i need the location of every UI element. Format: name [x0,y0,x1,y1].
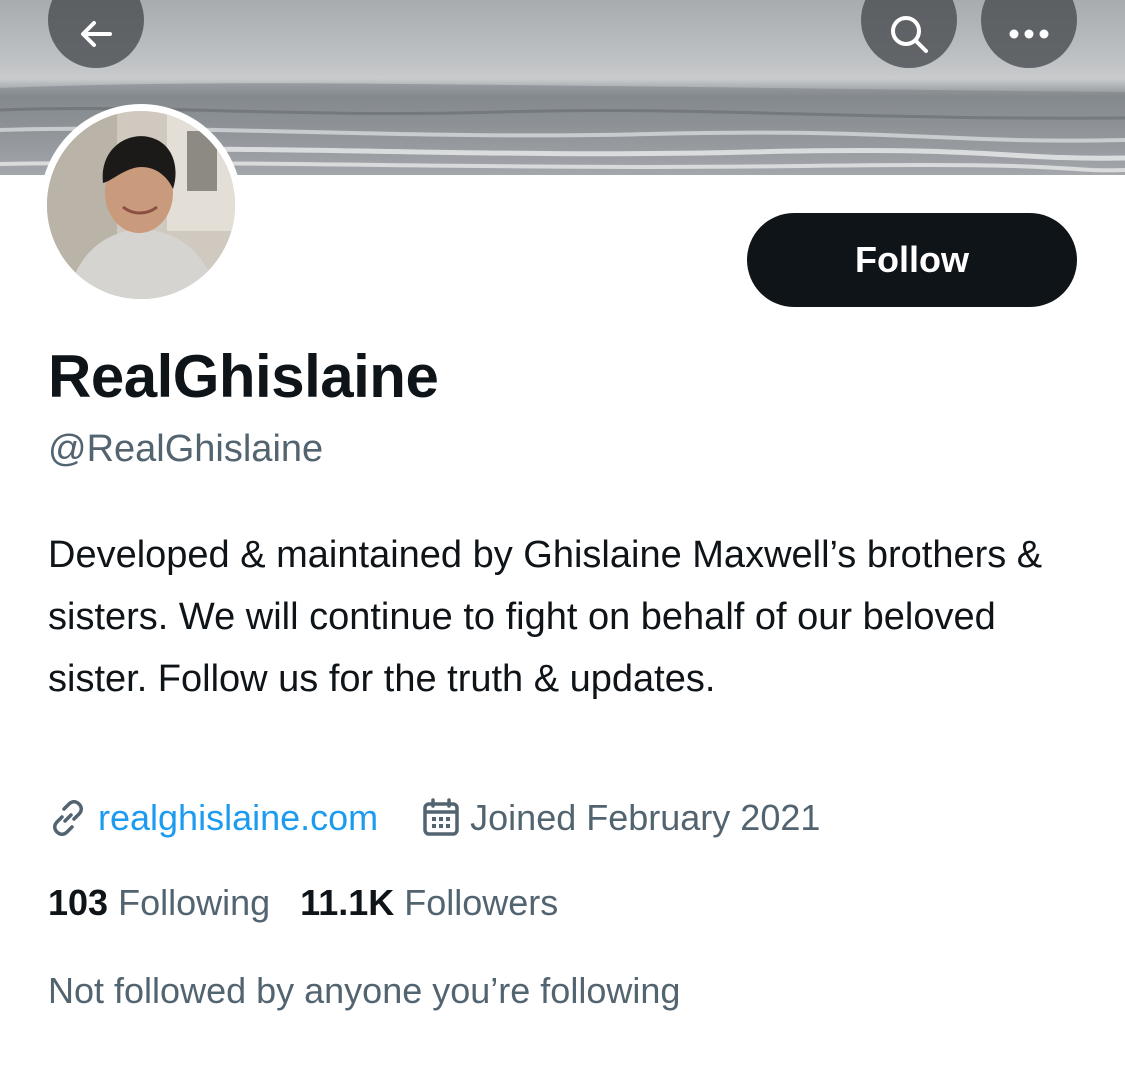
arrow-left-icon [76,14,116,54]
calendar-icon [422,798,460,838]
more-horizontal-icon [1007,28,1051,40]
link-icon [48,798,88,838]
profile-bio: Developed & maintained by Ghislaine Maxw… [48,534,1043,700]
profile-website[interactable]: realghislaine.com [48,797,378,839]
avatar-photo [47,111,235,299]
profile-stats-row: 103 Following 11.1K Followers [48,878,558,928]
follow-button[interactable]: Follow [747,213,1077,307]
followers-count: 11.1K [300,882,395,923]
following-label: Following [118,882,271,923]
profile-joined-label: Joined February 2021 [470,797,821,838]
profile-handle: @RealGhislaine [48,428,324,470]
search-icon [887,12,931,56]
followers-stat[interactable]: 11.1K Followers [300,882,558,924]
profile-meta-row: realghislaine.com Joined February 2021 [48,792,820,844]
profile-joined: Joined February 2021 [422,797,820,839]
profile-display-name: RealGhislaine [48,343,439,410]
followers-label: Followers [404,882,559,923]
profile-avatar[interactable] [40,104,242,306]
following-count: 103 [48,882,109,923]
mutual-followers-text: Not followed by anyone you’re following [48,970,681,1011]
following-stat[interactable]: 103 Following [48,882,270,924]
profile-website-link[interactable]: realghislaine.com [98,797,378,839]
